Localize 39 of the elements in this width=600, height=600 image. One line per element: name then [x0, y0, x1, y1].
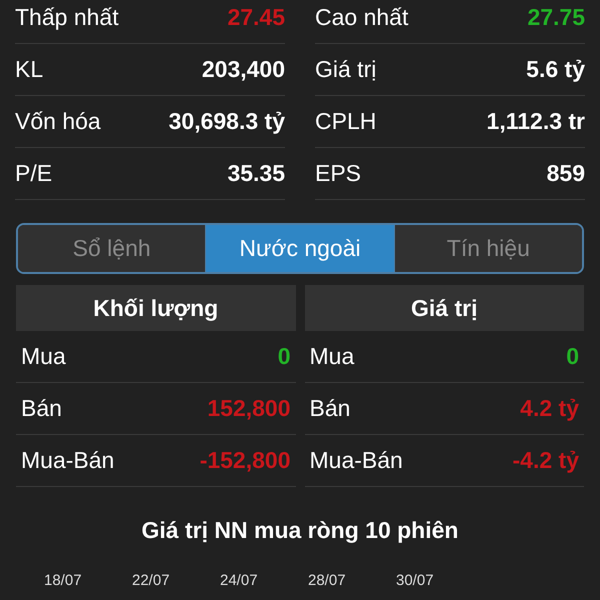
stat-label: KL	[15, 56, 44, 83]
date-label: 18/07	[44, 572, 83, 589]
row-value: -4.2 tỷ	[512, 447, 579, 474]
stat-value: 30,698.3 tỷ	[168, 108, 285, 135]
stat-label: EPS	[315, 160, 362, 187]
tab[interactable]: Nước ngoài	[206, 225, 395, 272]
stat-label: P/E	[15, 160, 52, 187]
date-label: 30/07	[396, 572, 435, 589]
stat-value: 203,400	[202, 56, 285, 83]
date-label: 24/07	[220, 572, 259, 589]
row-value: 152,800	[207, 395, 290, 422]
stat-value: 27.45	[227, 4, 285, 31]
row-label: Mua-Bán	[310, 447, 403, 474]
stat-value: 5.6 tỷ	[526, 56, 585, 83]
date-label: 28/07	[308, 572, 347, 589]
row-value: -152,800	[200, 447, 290, 474]
row-label: Mua	[21, 343, 66, 370]
date-label: 22/07	[132, 572, 171, 589]
row-label: Mua-Bán	[21, 447, 114, 474]
stat-value: 859	[546, 160, 585, 187]
row-label: Bán	[310, 395, 350, 422]
tab[interactable]: Tín hiệu	[394, 225, 582, 272]
stat-label: Cao nhất	[315, 4, 408, 31]
table-header: Giá trị	[304, 285, 584, 331]
stat-label: Thấp nhất	[15, 4, 119, 31]
chart-title: Giá trị NN mua ròng 10 phiên	[140, 517, 460, 544]
stat-value: 1,112.3 tr	[486, 108, 585, 135]
row-value: 0	[566, 343, 579, 370]
row-label: Mua	[310, 343, 354, 370]
stat-value: 27.75	[527, 4, 585, 31]
row-value: 0	[278, 343, 290, 370]
row-label: Bán	[21, 395, 62, 422]
table-header: Khối lượng	[16, 285, 296, 331]
tab[interactable]: Sổ lệnh	[18, 225, 206, 272]
stat-label: Giá trị	[315, 56, 376, 83]
stat-label: CPLH	[315, 108, 376, 135]
row-value: 4.2 tỷ	[520, 395, 579, 422]
stat-value: 35.35	[227, 160, 285, 187]
stat-label: Vốn hóa	[15, 108, 101, 135]
